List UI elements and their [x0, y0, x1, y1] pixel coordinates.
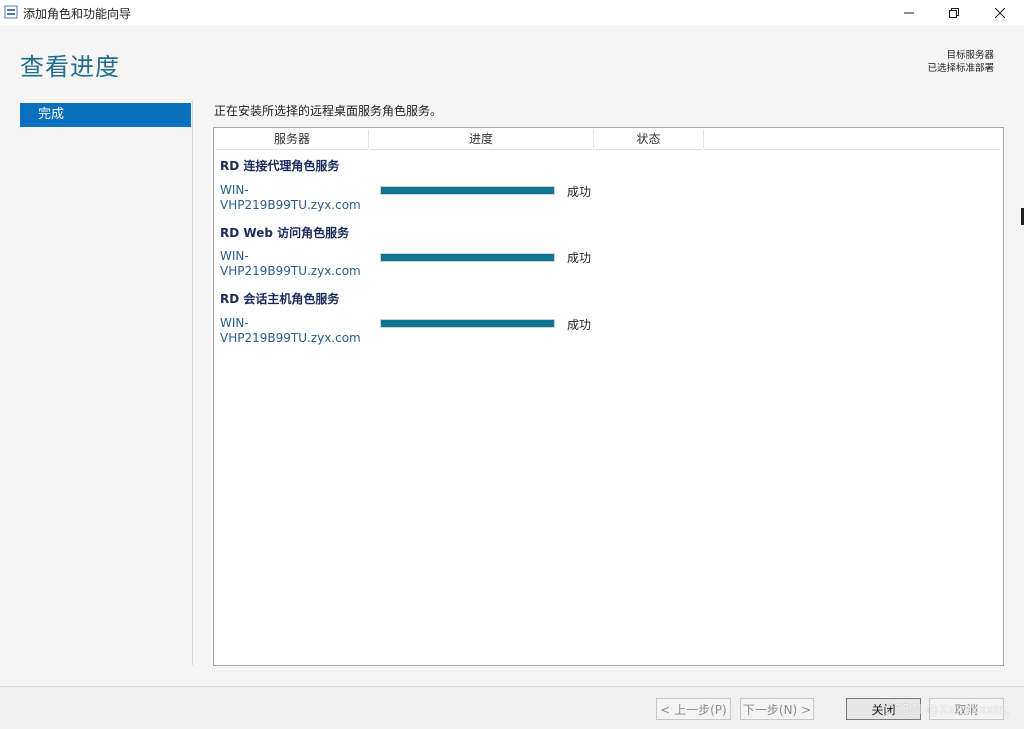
minimize-icon [904, 12, 914, 13]
minimize-button[interactable] [886, 0, 932, 25]
group-title: RD 连接代理角色服务 [220, 159, 340, 173]
server-manager-icon [4, 5, 18, 19]
server-name: WIN- VHP219B99TU.zyx.com [220, 316, 361, 345]
column-header-status[interactable]: 状态 [594, 129, 703, 150]
restore-button[interactable] [931, 0, 977, 25]
column-header-progress[interactable]: 进度 [369, 129, 593, 150]
progress-bar [380, 253, 555, 262]
close-icon [995, 7, 1005, 18]
intro-text: 正在安装所选择的远程桌面服务角色服务。 [214, 104, 443, 118]
server-name: WIN- VHP219B99TU.zyx.com [220, 183, 361, 212]
previous-button[interactable]: < 上一步(P) [656, 698, 731, 720]
server-name: WIN- VHP219B99TU.zyx.com [220, 249, 361, 278]
destination-server-label: 目标服务器 [946, 50, 994, 61]
progress-fill [381, 320, 554, 327]
next-button[interactable]: 下一步(N) > [740, 698, 814, 720]
status-text: 成功 [567, 185, 592, 199]
progress-bar [380, 319, 555, 328]
column-header-server[interactable]: 服务器 [216, 129, 368, 150]
status-text: 成功 [567, 251, 592, 265]
wizard-steps-nav: 完成 [20, 103, 191, 127]
restore-icon [949, 7, 959, 18]
progress-fill [381, 254, 554, 261]
group-title: RD 会话主机角色服务 [220, 292, 340, 306]
group-title: RD Web 访问角色服务 [220, 226, 350, 240]
close-window-button[interactable] [977, 0, 1023, 25]
watermark: CSDN @Xxxxxxxin. [884, 703, 1010, 718]
column-header-filler [704, 129, 1000, 150]
title-bar: 添加角色和功能向导 [0, 0, 1024, 25]
nav-item-complete[interactable]: 完成 [20, 103, 191, 127]
progress-fill [381, 187, 554, 194]
wizard-footer: < 上一步(P) 下一步(N) > 关闭 取消 [0, 686, 1024, 729]
destination-server-value: 已选择标准部署 [927, 63, 994, 74]
status-text: 成功 [567, 318, 592, 332]
page-header: 查看进度 目标服务器 已选择标准部署 [0, 25, 1024, 100]
progress-bar [380, 186, 555, 195]
progress-panel: 服务器 进度 状态 RD 连接代理角色服务 WIN- VHP219B99TU.z… [213, 127, 1004, 666]
nav-divider [192, 100, 193, 665]
window-title: 添加角色和功能向导 [23, 7, 132, 21]
page-title: 查看进度 [20, 53, 120, 81]
